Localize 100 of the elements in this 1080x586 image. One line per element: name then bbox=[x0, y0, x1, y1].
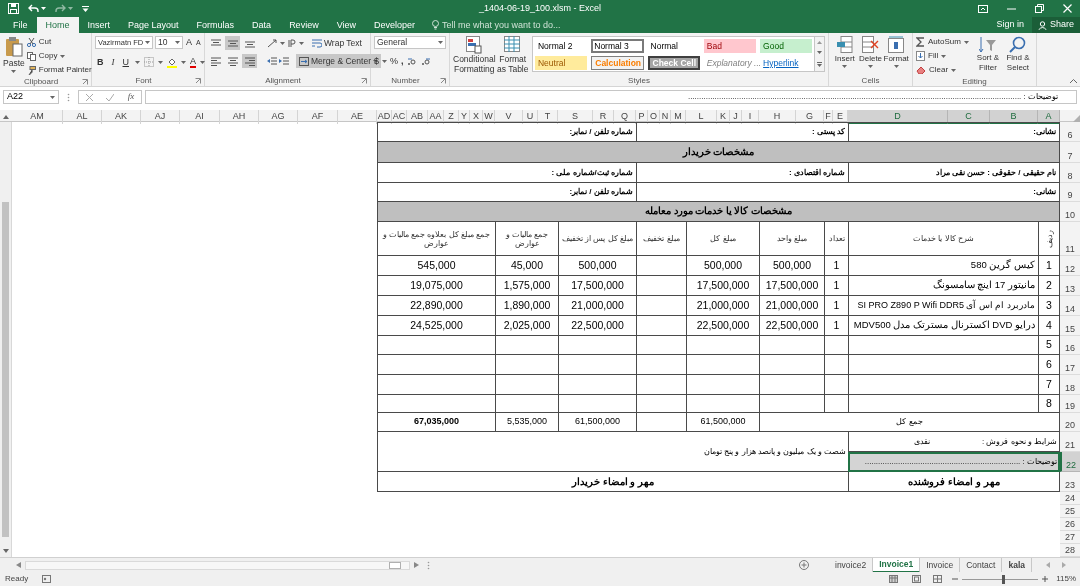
row-number[interactable]: 23 bbox=[1060, 472, 1080, 492]
zoom-slider[interactable] bbox=[962, 574, 1039, 584]
percent-button[interactable]: % bbox=[390, 55, 399, 69]
column-heading[interactable]: Q bbox=[614, 110, 636, 124]
row-number[interactable]: 11 bbox=[1060, 222, 1080, 256]
vertical-scrollbar[interactable] bbox=[0, 122, 12, 557]
restore-icon[interactable] bbox=[1035, 4, 1044, 13]
align-button[interactable] bbox=[225, 36, 240, 50]
dialog-launcher-icon[interactable] bbox=[82, 78, 88, 85]
sign-in-link[interactable]: Sign in bbox=[988, 18, 1032, 32]
scroll-down-icon[interactable] bbox=[2, 549, 9, 553]
font-color-button[interactable]: A bbox=[190, 56, 196, 68]
formula-field[interactable]: توضیحات : ...................................................................................................................................................... bbox=[145, 90, 1077, 104]
column-heading[interactable]: AA bbox=[428, 110, 444, 124]
increase-decimal-icon[interactable] bbox=[406, 57, 418, 67]
column-heading[interactable]: R bbox=[593, 110, 614, 124]
paste-button[interactable]: Paste bbox=[3, 36, 25, 76]
column-heading[interactable]: AJ bbox=[141, 110, 180, 124]
page-break-view-icon[interactable] bbox=[933, 575, 943, 583]
decrease-decimal-icon[interactable] bbox=[420, 57, 432, 67]
format-painter-button[interactable]: Format Painter bbox=[26, 64, 92, 76]
insert-function-button[interactable]: fx bbox=[127, 90, 135, 104]
cell-style[interactable]: Bad bbox=[703, 39, 757, 53]
row-number[interactable]: 7 bbox=[1060, 142, 1080, 163]
more-icon[interactable] bbox=[817, 62, 823, 68]
column-heading[interactable]: AF bbox=[298, 110, 338, 124]
tell-me-field[interactable]: Tell me what you want to do... bbox=[442, 18, 593, 32]
horizontal-scrollbar[interactable] bbox=[25, 560, 410, 570]
comma-button[interactable]: , bbox=[401, 55, 404, 69]
align-button[interactable] bbox=[225, 54, 240, 68]
sheet-tab[interactable]: Invoice1 bbox=[873, 557, 921, 573]
align-button[interactable] bbox=[208, 54, 223, 68]
scroll-left-icon[interactable] bbox=[16, 562, 21, 568]
column-heading[interactable]: M bbox=[671, 110, 686, 124]
cell-style[interactable]: Neutral bbox=[534, 56, 588, 70]
row-number[interactable]: 8 bbox=[1060, 163, 1080, 183]
ribbon-tab[interactable]: Page Layout bbox=[119, 17, 188, 33]
column-heading[interactable]: N bbox=[660, 110, 671, 124]
undo-icon[interactable] bbox=[28, 4, 39, 13]
customize-icon[interactable] bbox=[82, 5, 89, 12]
insert-button[interactable]: Insert bbox=[832, 36, 858, 75]
sort-filter-button[interactable]: Sort & Filter bbox=[972, 36, 1003, 76]
decrease-indent-icon[interactable] bbox=[267, 56, 277, 66]
column-heading[interactable]: AI bbox=[180, 110, 220, 124]
font-size-dropdown[interactable]: 10 bbox=[155, 36, 183, 50]
autosum-button[interactable]: AutoSum bbox=[916, 36, 969, 48]
row-number[interactable]: 18 bbox=[1060, 375, 1080, 395]
column-heading[interactable]: T bbox=[538, 110, 558, 124]
row-number[interactable]: 27 bbox=[1060, 531, 1080, 544]
row-number[interactable]: 19 bbox=[1060, 395, 1080, 413]
row-number[interactable]: 15 bbox=[1060, 316, 1080, 336]
row-number[interactable]: 17 bbox=[1060, 355, 1080, 375]
zoom-out-icon[interactable] bbox=[952, 576, 959, 582]
column-heading[interactable]: AK bbox=[102, 110, 141, 124]
cancel-icon[interactable] bbox=[85, 93, 93, 101]
column-heading[interactable]: I bbox=[742, 110, 759, 124]
redo-icon[interactable] bbox=[55, 4, 66, 13]
fill-color-icon[interactable] bbox=[167, 56, 177, 68]
row-number[interactable]: 20 bbox=[1060, 413, 1080, 432]
dialog-launcher-icon[interactable] bbox=[361, 77, 367, 84]
row-number[interactable]: 25 bbox=[1060, 505, 1080, 518]
ribbon-tab[interactable]: Data bbox=[243, 17, 281, 33]
row-number[interactable]: 28 bbox=[1060, 544, 1080, 557]
bold-button[interactable]: B bbox=[95, 55, 106, 69]
column-heading[interactable]: G bbox=[796, 110, 824, 124]
row-number[interactable]: 9 bbox=[1060, 183, 1080, 202]
column-heading[interactable]: U bbox=[523, 110, 538, 124]
column-heading[interactable]: AH bbox=[220, 110, 259, 124]
column-heading[interactable]: J bbox=[730, 110, 742, 124]
scroll-up-icon[interactable] bbox=[817, 40, 823, 44]
scroll-thumb[interactable] bbox=[2, 202, 9, 537]
column-heading[interactable]: S bbox=[558, 110, 593, 124]
column-heading[interactable]: AG bbox=[259, 110, 298, 124]
column-heading[interactable]: W bbox=[483, 110, 495, 124]
copy-button[interactable]: Copy bbox=[26, 50, 92, 62]
delete-button[interactable]: Delete bbox=[857, 36, 884, 75]
column-heading[interactable]: AE bbox=[338, 110, 377, 124]
text-direction-icon[interactable] bbox=[287, 38, 297, 48]
enter-icon[interactable] bbox=[106, 93, 115, 101]
scroll-thumb[interactable] bbox=[389, 561, 401, 569]
column-heading[interactable]: Z bbox=[444, 110, 459, 124]
column-heading[interactable]: F bbox=[824, 110, 833, 124]
slider-thumb[interactable] bbox=[1002, 574, 1006, 584]
row-number[interactable]: 14 bbox=[1060, 296, 1080, 316]
clear-button[interactable]: Clear bbox=[916, 64, 969, 76]
cut-button[interactable]: Cut bbox=[26, 36, 92, 48]
column-heading[interactable]: V bbox=[495, 110, 523, 124]
ribbon-tab[interactable]: Insert bbox=[78, 17, 120, 33]
new-sheet-icon[interactable] bbox=[799, 560, 809, 570]
column-heading[interactable]: AC bbox=[392, 110, 407, 124]
page-layout-view-icon[interactable] bbox=[912, 575, 922, 583]
row-number[interactable]: 10 bbox=[1060, 202, 1080, 222]
zoom-level[interactable]: 115% bbox=[1056, 573, 1076, 585]
row-number[interactable]: 26 bbox=[1060, 518, 1080, 531]
column-heading[interactable]: AL bbox=[63, 110, 102, 124]
ribbon-tab[interactable]: Formulas bbox=[187, 17, 244, 33]
row-number[interactable]: 6 bbox=[1060, 122, 1080, 142]
collapse-ribbon-icon[interactable] bbox=[1070, 79, 1077, 83]
column-heading[interactable]: L bbox=[686, 110, 717, 124]
save-icon[interactable] bbox=[8, 3, 19, 14]
